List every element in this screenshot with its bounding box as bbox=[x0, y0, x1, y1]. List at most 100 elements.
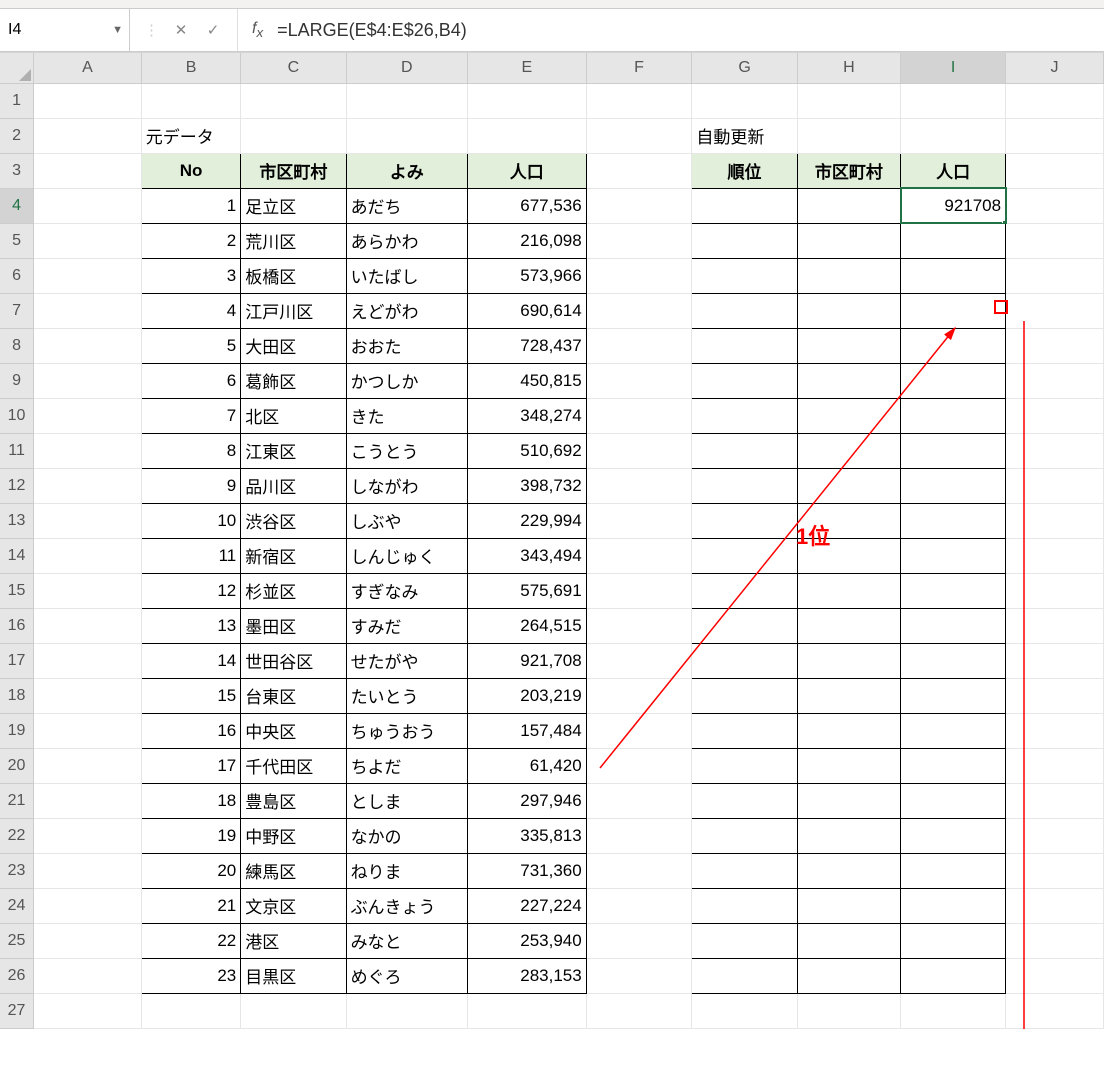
cell-G18[interactable] bbox=[692, 678, 797, 713]
cell-C6[interactable]: 板橋区 bbox=[241, 258, 346, 293]
cell-F22[interactable] bbox=[586, 818, 692, 853]
formula-input[interactable]: =LARGE(E$4:E$26,B4) bbox=[273, 9, 1104, 51]
cell-B8[interactable]: 5 bbox=[141, 328, 240, 363]
row-header-1[interactable]: 1 bbox=[0, 83, 34, 118]
row-header-24[interactable]: 24 bbox=[0, 888, 34, 923]
cell-A8[interactable] bbox=[34, 328, 142, 363]
cell-C21[interactable]: 豊島区 bbox=[241, 783, 346, 818]
cell-I19[interactable] bbox=[901, 713, 1006, 748]
col-header-I[interactable]: I bbox=[901, 53, 1006, 83]
cell-F11[interactable] bbox=[586, 433, 692, 468]
cell-I2[interactable] bbox=[901, 118, 1006, 153]
cell-F17[interactable] bbox=[586, 643, 692, 678]
cell-D6[interactable]: いたばし bbox=[346, 258, 467, 293]
row-header-2[interactable]: 2 bbox=[0, 118, 34, 153]
cell-I12[interactable] bbox=[901, 468, 1006, 503]
row-header-17[interactable]: 17 bbox=[0, 643, 34, 678]
cell-I13[interactable] bbox=[901, 503, 1006, 538]
cell-E15[interactable]: 575,691 bbox=[467, 573, 586, 608]
cell-C9[interactable]: 葛飾区 bbox=[241, 363, 346, 398]
cell-A26[interactable] bbox=[34, 958, 142, 993]
cell-J2[interactable] bbox=[1006, 118, 1104, 153]
cell-J26[interactable] bbox=[1006, 958, 1104, 993]
cell-I10[interactable] bbox=[901, 398, 1006, 433]
cell-G22[interactable] bbox=[692, 818, 797, 853]
row-header-5[interactable]: 5 bbox=[0, 223, 34, 258]
cell-J7[interactable] bbox=[1006, 293, 1104, 328]
cell-J14[interactable] bbox=[1006, 538, 1104, 573]
cell-C22[interactable]: 中野区 bbox=[241, 818, 346, 853]
cell-G10[interactable] bbox=[692, 398, 797, 433]
cell-I24[interactable] bbox=[901, 888, 1006, 923]
cell-H25[interactable] bbox=[797, 923, 900, 958]
cell-F15[interactable] bbox=[586, 573, 692, 608]
cell-A22[interactable] bbox=[34, 818, 142, 853]
cell-J23[interactable] bbox=[1006, 853, 1104, 888]
cell-G6[interactable] bbox=[692, 258, 797, 293]
row-header-16[interactable]: 16 bbox=[0, 608, 34, 643]
cell-H19[interactable] bbox=[797, 713, 900, 748]
cell-E2[interactable] bbox=[467, 118, 586, 153]
cell-B13[interactable]: 10 bbox=[141, 503, 240, 538]
cell-D18[interactable]: たいとう bbox=[346, 678, 467, 713]
cell-F9[interactable] bbox=[586, 363, 692, 398]
cell-A5[interactable] bbox=[34, 223, 142, 258]
cell-E21[interactable]: 297,946 bbox=[467, 783, 586, 818]
cell-E13[interactable]: 229,994 bbox=[467, 503, 586, 538]
cell-F25[interactable] bbox=[586, 923, 692, 958]
cell-B6[interactable]: 3 bbox=[141, 258, 240, 293]
cell-I17[interactable] bbox=[901, 643, 1006, 678]
cell-D5[interactable]: あらかわ bbox=[346, 223, 467, 258]
cell-E12[interactable]: 398,732 bbox=[467, 468, 586, 503]
cell-E23[interactable]: 731,360 bbox=[467, 853, 586, 888]
cell-J21[interactable] bbox=[1006, 783, 1104, 818]
cell-A24[interactable] bbox=[34, 888, 142, 923]
cell-G3[interactable]: 順位 bbox=[692, 153, 797, 188]
cell-D19[interactable]: ちゅうおう bbox=[346, 713, 467, 748]
cell-A19[interactable] bbox=[34, 713, 142, 748]
cell-I7[interactable] bbox=[901, 293, 1006, 328]
cell-E8[interactable]: 728,437 bbox=[467, 328, 586, 363]
cell-J18[interactable] bbox=[1006, 678, 1104, 713]
cell-A21[interactable] bbox=[34, 783, 142, 818]
cell-G13[interactable] bbox=[692, 503, 797, 538]
cell-C3[interactable]: 市区町村 bbox=[241, 153, 346, 188]
cell-G19[interactable] bbox=[692, 713, 797, 748]
cell-G12[interactable] bbox=[692, 468, 797, 503]
cell-I6[interactable] bbox=[901, 258, 1006, 293]
cell-H6[interactable] bbox=[797, 258, 900, 293]
cell-J1[interactable] bbox=[1006, 83, 1104, 118]
cell-I18[interactable] bbox=[901, 678, 1006, 713]
cell-A13[interactable] bbox=[34, 503, 142, 538]
cell-J17[interactable] bbox=[1006, 643, 1104, 678]
cell-J5[interactable] bbox=[1006, 223, 1104, 258]
cell-A15[interactable] bbox=[34, 573, 142, 608]
cell-H12[interactable] bbox=[797, 468, 900, 503]
cell-E4[interactable]: 677,536 bbox=[467, 188, 586, 223]
cell-A18[interactable] bbox=[34, 678, 142, 713]
cell-F24[interactable] bbox=[586, 888, 692, 923]
cell-B16[interactable]: 13 bbox=[141, 608, 240, 643]
cell-G26[interactable] bbox=[692, 958, 797, 993]
cell-F23[interactable] bbox=[586, 853, 692, 888]
cell-B1[interactable] bbox=[141, 83, 240, 118]
cell-H3[interactable]: 市区町村 bbox=[797, 153, 900, 188]
cell-C26[interactable]: 目黒区 bbox=[241, 958, 346, 993]
cell-A27[interactable] bbox=[34, 993, 142, 1028]
cell-F7[interactable] bbox=[586, 293, 692, 328]
row-header-7[interactable]: 7 bbox=[0, 293, 34, 328]
cell-I9[interactable] bbox=[901, 363, 1006, 398]
cell-C12[interactable]: 品川区 bbox=[241, 468, 346, 503]
cell-C4[interactable]: 足立区 bbox=[241, 188, 346, 223]
row-header-14[interactable]: 14 bbox=[0, 538, 34, 573]
col-header-E[interactable]: E bbox=[467, 53, 586, 83]
cell-H7[interactable] bbox=[797, 293, 900, 328]
cell-C25[interactable]: 港区 bbox=[241, 923, 346, 958]
cell-G16[interactable] bbox=[692, 608, 797, 643]
cell-E16[interactable]: 264,515 bbox=[467, 608, 586, 643]
cell-G7[interactable] bbox=[692, 293, 797, 328]
cell-J6[interactable] bbox=[1006, 258, 1104, 293]
cell-E25[interactable]: 253,940 bbox=[467, 923, 586, 958]
cell-I1[interactable] bbox=[901, 83, 1006, 118]
cell-C20[interactable]: 千代田区 bbox=[241, 748, 346, 783]
